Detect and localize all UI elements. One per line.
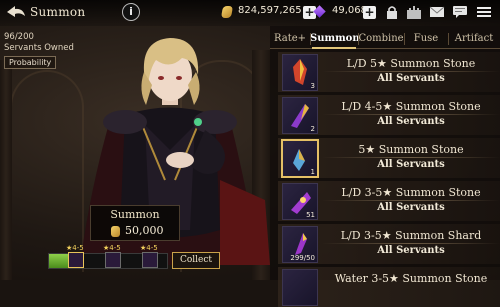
tab-fuse[interactable]: Fuse <box>404 30 448 48</box>
item-name: Water 3-5★ Summon Stone <box>334 272 488 285</box>
background-pillar <box>0 60 12 280</box>
divider <box>322 114 500 115</box>
item-subtitle: All Servants <box>377 116 445 127</box>
item-count: 2 <box>310 125 315 133</box>
gold-amount: 824,597,265 <box>238 5 302 16</box>
summon-stone-icon-selected: 1 <box>281 139 319 178</box>
summon-cost: 50,000 <box>125 224 164 237</box>
back-arrow-icon[interactable] <box>6 5 26 19</box>
tab-bar: Rate+ Summon Combine Fuse Artifact <box>270 30 500 48</box>
gold-coin-icon <box>111 226 120 237</box>
summon-stone-slot[interactable] <box>68 252 84 268</box>
slot-star-label: ★4-5 <box>140 244 158 252</box>
castle-icon[interactable] <box>406 5 422 19</box>
summon-stone-icon: 3 <box>282 54 318 91</box>
slot-star-label: ★4-5 <box>103 244 121 252</box>
tab-artifact[interactable]: Artifact <box>448 30 500 48</box>
divider <box>322 157 500 158</box>
list-item[interactable]: 51 L/D 3-5★ Summon Stone All Servants <box>278 181 500 221</box>
list-item[interactable]: Water 3-5★ Summon Stone <box>278 267 500 307</box>
tab-underline <box>270 48 500 49</box>
item-subtitle: All Servants <box>377 73 445 84</box>
menu-icon[interactable] <box>476 5 492 19</box>
servants-owned-count: 96/200 <box>4 32 34 42</box>
list-item[interactable]: 3 L/D 5★ Summon Stone All Servants <box>278 52 500 92</box>
active-tab-indicator <box>312 47 356 49</box>
summon-stone-icon: 51 <box>282 183 318 220</box>
item-subtitle: All Servants <box>377 245 445 256</box>
chat-icon[interactable] <box>452 5 468 19</box>
info-icon[interactable]: i <box>122 3 140 21</box>
tab-rate-plus[interactable]: Rate+ <box>270 30 310 48</box>
gem-amount: 49,068 <box>332 5 367 16</box>
item-subtitle: All Servants <box>377 202 445 213</box>
tab-separator <box>310 33 311 45</box>
divider <box>322 71 500 72</box>
tab-separator <box>404 33 405 45</box>
summon-stone-slot[interactable] <box>105 252 121 268</box>
item-name: 5★ Summon Stone <box>358 143 464 156</box>
servants-owned-label: Servants Owned <box>4 43 74 53</box>
collect-button[interactable]: Collect <box>172 252 220 269</box>
item-name: L/D 5★ Summon Stone <box>346 57 476 70</box>
servants-owned: 96/200 Servants Owned <box>4 32 74 54</box>
divider <box>322 243 500 244</box>
add-gems-button[interactable]: + <box>363 6 376 19</box>
probability-button[interactable]: Probability <box>4 56 57 69</box>
summon-stone-icon <box>282 269 318 306</box>
summon-button[interactable]: Summon 50,000 <box>90 205 180 241</box>
list-item[interactable]: 299/50 L/D 3-5★ Summon Shard All Servant… <box>278 224 500 264</box>
slot-star-label: ★4-5 <box>66 244 84 252</box>
item-name: L/D 3-5★ Summon Shard <box>340 229 482 242</box>
item-count: 299/50 <box>290 254 315 262</box>
summon-stone-slot[interactable] <box>142 252 158 268</box>
tab-summon[interactable]: Summon <box>310 30 360 48</box>
tab-combine[interactable]: Combine <box>358 30 404 48</box>
item-subtitle: All Servants <box>377 159 445 170</box>
item-name: L/D 3-5★ Summon Stone <box>341 186 481 199</box>
lock-icon[interactable] <box>384 5 400 19</box>
tab-separator <box>448 33 449 45</box>
divider <box>322 200 500 201</box>
mail-icon[interactable] <box>429 5 445 19</box>
item-count: 1 <box>310 168 315 176</box>
summon-stone-icon: 2 <box>282 97 318 134</box>
tab-separator <box>358 33 359 45</box>
item-count: 3 <box>310 82 315 90</box>
list-item[interactable]: 1 5★ Summon Stone All Servants <box>278 138 500 178</box>
summon-label: Summon <box>110 208 160 221</box>
item-count: 51 <box>306 211 315 219</box>
summon-shard-icon: 299/50 <box>282 226 318 263</box>
item-name: L/D 4-5★ Summon Stone <box>341 100 481 113</box>
page-title: Summon <box>30 5 86 19</box>
list-item[interactable]: 2 L/D 4-5★ Summon Stone All Servants <box>278 95 500 135</box>
